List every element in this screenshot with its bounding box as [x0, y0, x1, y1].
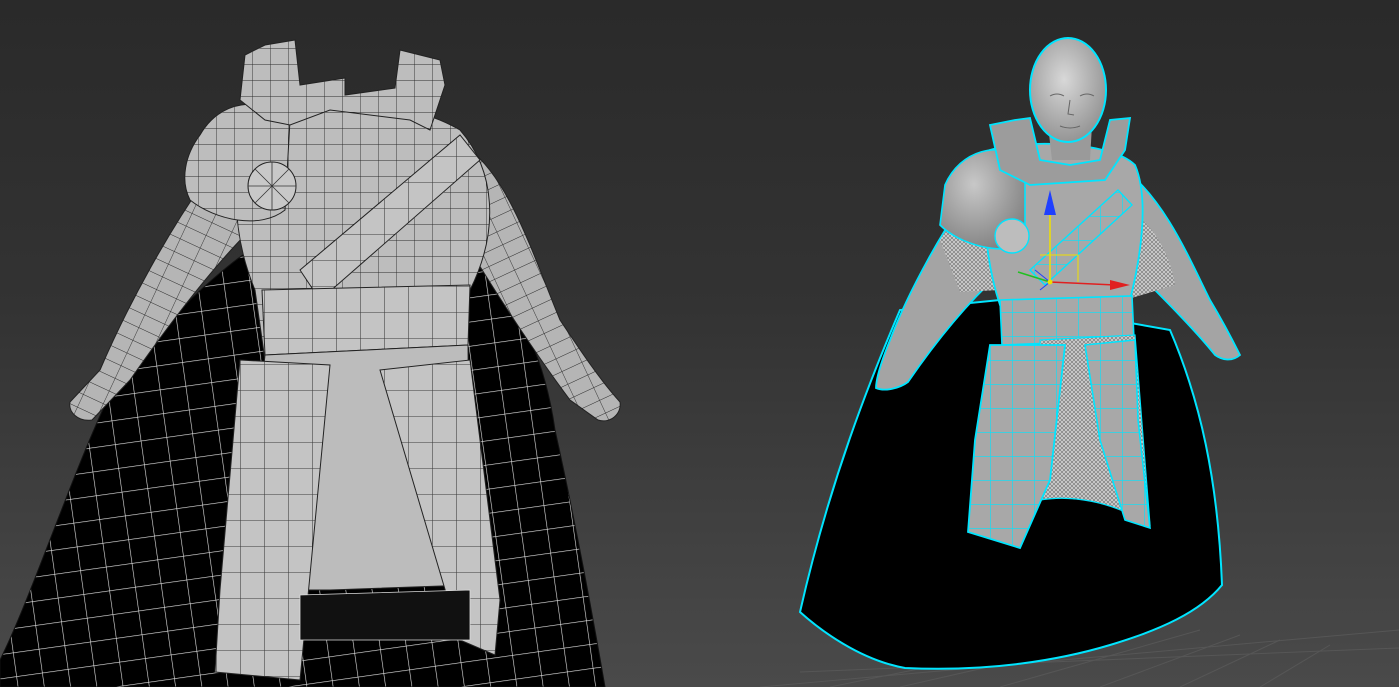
left-model-hem-band[interactable] — [299, 589, 471, 641]
right-character-model[interactable] — [798, 37, 1242, 670]
viewport-canvas[interactable] — [0, 0, 1399, 687]
right-model-head[interactable] — [1029, 37, 1107, 143]
left-model-belt[interactable] — [261, 284, 471, 356]
perspective-viewport[interactable] — [0, 0, 1399, 687]
gizmo-pivot[interactable] — [1047, 279, 1053, 285]
left-character-model[interactable] — [0, 39, 621, 687]
shoulder-disc-spokes — [248, 162, 296, 210]
right-model-shoulder-disc[interactable] — [994, 218, 1030, 254]
